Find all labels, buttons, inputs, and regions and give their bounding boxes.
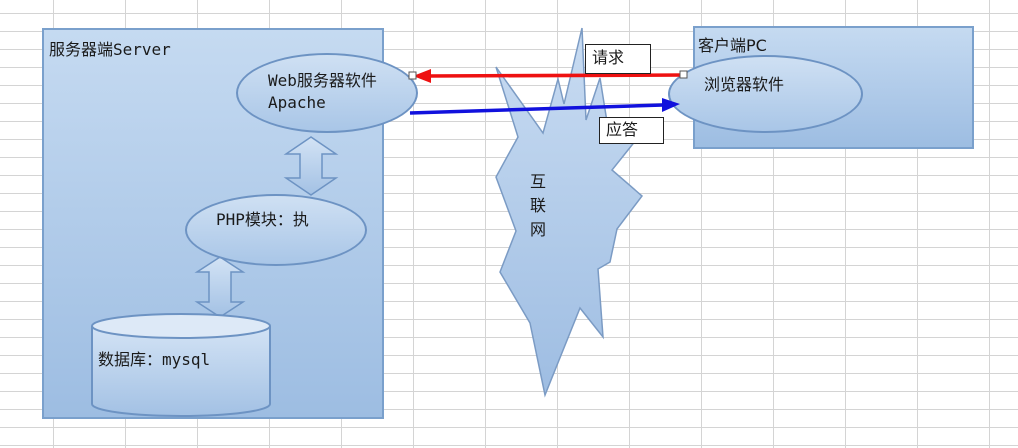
database-label: 数据库：mysql: [98, 350, 211, 369]
internet-label: 互联网: [529, 172, 546, 239]
php-module-label: PHP模块：执: [216, 210, 309, 229]
web-server-label: Web服务器软件Apache: [268, 71, 377, 112]
request-label: 请求: [585, 44, 651, 74]
response-arrow: [409, 98, 680, 115]
browser-label: 浏览器软件: [704, 75, 785, 94]
arrows-layer: [408, 69, 688, 115]
response-label: 应答: [599, 117, 664, 144]
